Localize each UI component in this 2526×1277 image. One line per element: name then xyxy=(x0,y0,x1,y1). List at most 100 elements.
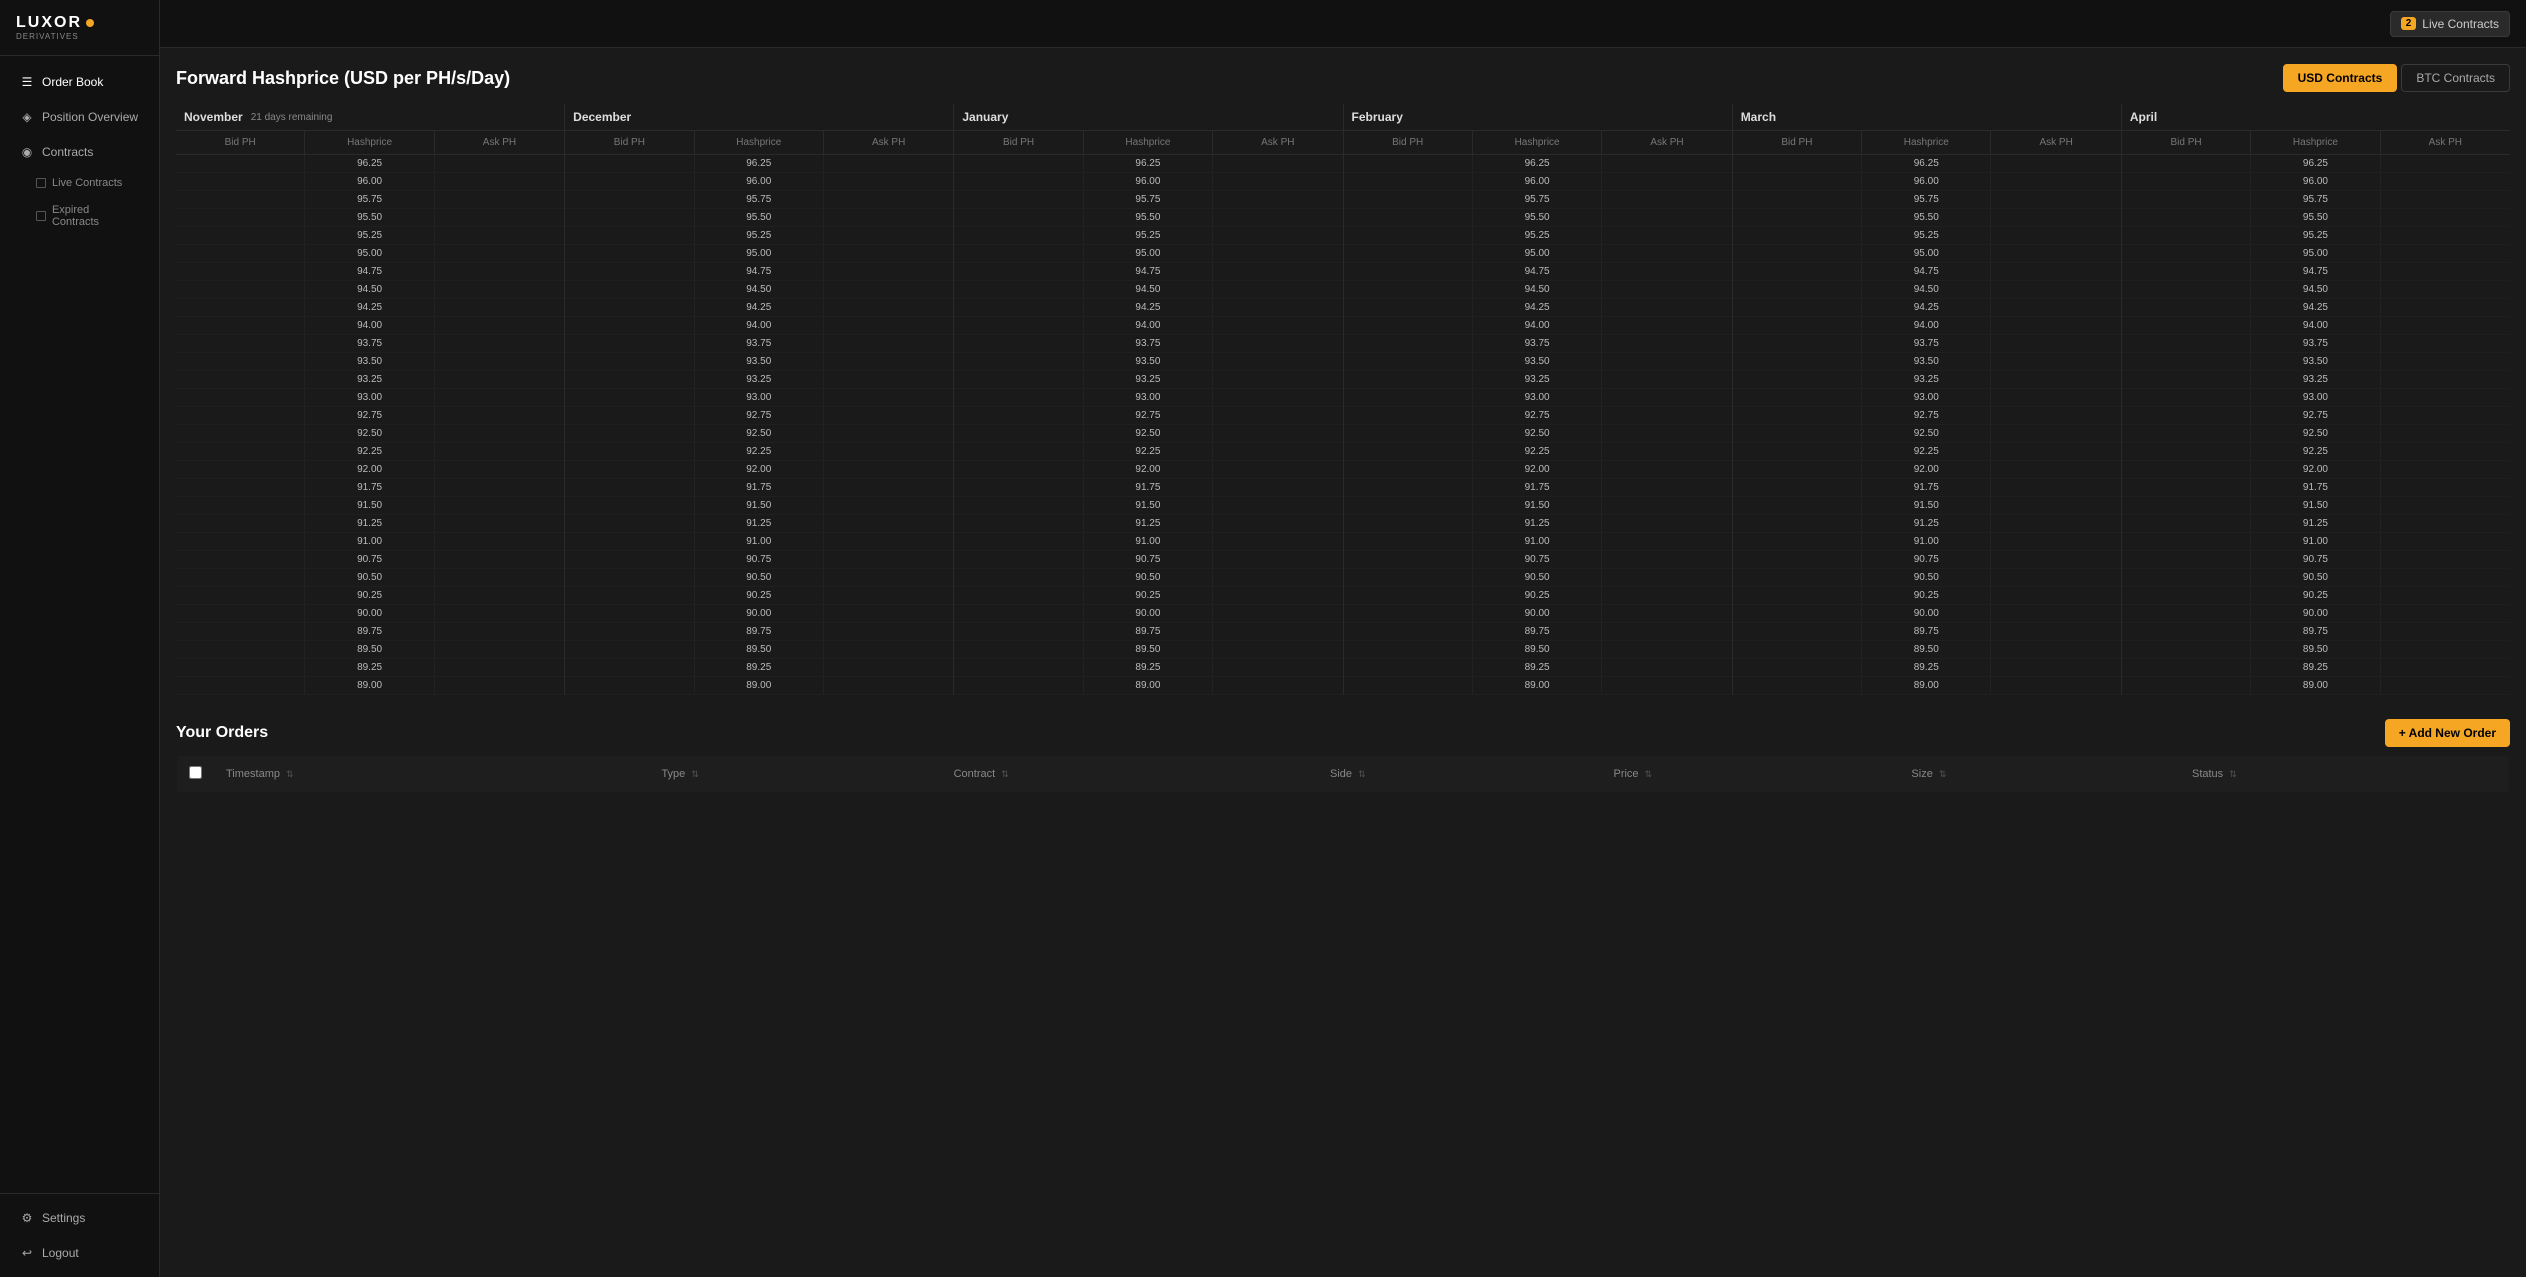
select-all-checkbox[interactable] xyxy=(189,766,202,779)
price-cell[interactable]: 92.00 xyxy=(1084,461,1213,478)
price-cell[interactable]: 91.75 xyxy=(1473,479,1602,496)
price-cell[interactable] xyxy=(1344,551,1473,568)
price-cell[interactable] xyxy=(435,281,564,298)
price-cell[interactable] xyxy=(565,317,694,334)
price-cell[interactable] xyxy=(1213,461,1342,478)
price-cell[interactable] xyxy=(2381,335,2510,352)
price-cell[interactable] xyxy=(435,227,564,244)
price-cell[interactable] xyxy=(1991,605,2120,622)
price-cell[interactable] xyxy=(1733,659,1862,676)
price-cell[interactable] xyxy=(1733,209,1862,226)
price-cell[interactable] xyxy=(2122,605,2251,622)
price-cell[interactable] xyxy=(1344,263,1473,280)
price-cell[interactable] xyxy=(1213,479,1342,496)
price-cell[interactable]: 94.50 xyxy=(305,281,434,298)
price-cell[interactable]: 90.75 xyxy=(2251,551,2380,568)
price-cell[interactable] xyxy=(2381,353,2510,370)
price-cell[interactable] xyxy=(1213,605,1342,622)
price-cell[interactable] xyxy=(1602,173,1731,190)
price-cell[interactable]: 91.75 xyxy=(1084,479,1213,496)
price-cell[interactable] xyxy=(1213,353,1342,370)
price-cell[interactable] xyxy=(824,623,953,640)
price-cell[interactable] xyxy=(2122,407,2251,424)
price-cell[interactable] xyxy=(2381,497,2510,514)
price-cell[interactable]: 91.25 xyxy=(1084,515,1213,532)
price-cell[interactable] xyxy=(954,299,1083,316)
price-cell[interactable] xyxy=(565,425,694,442)
price-cell[interactable] xyxy=(1344,227,1473,244)
price-cell[interactable]: 90.75 xyxy=(305,551,434,568)
price-cell[interactable]: 94.25 xyxy=(1473,299,1602,316)
price-cell[interactable] xyxy=(1602,587,1731,604)
price-cell[interactable] xyxy=(824,263,953,280)
price-cell[interactable]: 96.00 xyxy=(1473,173,1602,190)
price-header[interactable]: Price ⇅ xyxy=(1601,756,1899,793)
price-cell[interactable] xyxy=(2381,623,2510,640)
price-cell[interactable] xyxy=(2381,371,2510,388)
price-cell[interactable]: 93.00 xyxy=(305,389,434,406)
price-cell[interactable]: 95.00 xyxy=(1473,245,1602,262)
price-cell[interactable] xyxy=(824,245,953,262)
price-cell[interactable] xyxy=(1733,371,1862,388)
price-cell[interactable] xyxy=(1991,443,2120,460)
price-cell[interactable] xyxy=(824,677,953,694)
price-cell[interactable] xyxy=(565,209,694,226)
price-cell[interactable] xyxy=(1602,263,1731,280)
price-cell[interactable] xyxy=(435,425,564,442)
price-cell[interactable]: 93.75 xyxy=(2251,335,2380,352)
price-cell[interactable] xyxy=(565,443,694,460)
price-cell[interactable] xyxy=(1344,335,1473,352)
price-cell[interactable] xyxy=(954,659,1083,676)
price-cell[interactable] xyxy=(1991,425,2120,442)
price-cell[interactable]: 96.00 xyxy=(305,173,434,190)
price-cell[interactable]: 92.50 xyxy=(2251,425,2380,442)
price-cell[interactable] xyxy=(824,551,953,568)
price-cell[interactable]: 95.25 xyxy=(1862,227,1991,244)
price-cell[interactable]: 91.25 xyxy=(2251,515,2380,532)
price-cell[interactable] xyxy=(1991,317,2120,334)
price-cell[interactable] xyxy=(176,605,305,622)
price-cell[interactable] xyxy=(1991,587,2120,604)
price-cell[interactable] xyxy=(1733,677,1862,694)
price-cell[interactable]: 89.50 xyxy=(1862,641,1991,658)
side-header[interactable]: Side ⇅ xyxy=(1318,756,1601,793)
price-cell[interactable] xyxy=(954,263,1083,280)
price-cell[interactable] xyxy=(565,515,694,532)
price-cell[interactable] xyxy=(1991,191,2120,208)
price-cell[interactable] xyxy=(565,659,694,676)
price-cell[interactable] xyxy=(1602,677,1731,694)
price-cell[interactable]: 91.50 xyxy=(305,497,434,514)
price-cell[interactable]: 93.75 xyxy=(305,335,434,352)
price-cell[interactable]: 90.00 xyxy=(695,605,824,622)
price-cell[interactable] xyxy=(2122,497,2251,514)
size-header[interactable]: Size ⇅ xyxy=(1899,756,2180,793)
price-cell[interactable] xyxy=(1344,281,1473,298)
price-cell[interactable] xyxy=(2381,515,2510,532)
price-cell[interactable] xyxy=(2122,623,2251,640)
price-cell[interactable] xyxy=(2381,227,2510,244)
price-cell[interactable]: 94.25 xyxy=(1862,299,1991,316)
price-cell[interactable]: 94.00 xyxy=(305,317,434,334)
price-cell[interactable] xyxy=(1733,281,1862,298)
price-cell[interactable] xyxy=(1344,191,1473,208)
price-cell[interactable] xyxy=(2381,443,2510,460)
price-cell[interactable] xyxy=(2122,515,2251,532)
price-cell[interactable]: 95.50 xyxy=(695,209,824,226)
price-cell[interactable]: 92.50 xyxy=(1084,425,1213,442)
price-cell[interactable]: 94.25 xyxy=(695,299,824,316)
btc-contracts-btn[interactable]: BTC Contracts xyxy=(2401,64,2510,92)
price-cell[interactable] xyxy=(435,515,564,532)
timestamp-header[interactable]: Timestamp ⇅ xyxy=(214,756,649,793)
price-cell[interactable]: 96.00 xyxy=(1862,173,1991,190)
price-cell[interactable] xyxy=(824,317,953,334)
price-cell[interactable] xyxy=(1213,155,1342,172)
price-cell[interactable] xyxy=(954,245,1083,262)
price-cell[interactable] xyxy=(1602,443,1731,460)
price-cell[interactable] xyxy=(176,263,305,280)
price-cell[interactable] xyxy=(2122,389,2251,406)
price-cell[interactable] xyxy=(2122,155,2251,172)
price-cell[interactable] xyxy=(176,353,305,370)
price-cell[interactable] xyxy=(2381,479,2510,496)
price-cell[interactable] xyxy=(1602,479,1731,496)
price-cell[interactable] xyxy=(824,515,953,532)
